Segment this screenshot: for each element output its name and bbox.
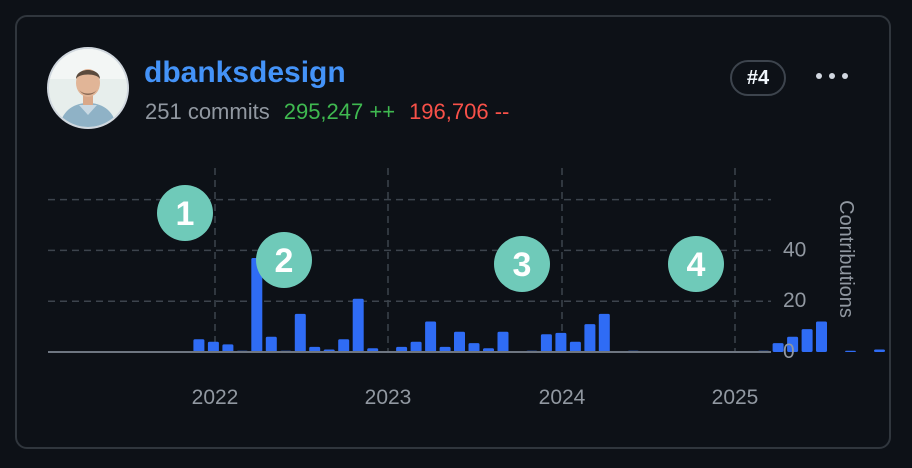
x-tick-label: 2022	[192, 386, 239, 409]
annotation-badge: 4	[668, 236, 724, 292]
annotation-badge: 1	[157, 185, 213, 241]
contribution-bar[interactable]	[845, 350, 856, 352]
contribution-bar[interactable]	[425, 321, 437, 353]
contribution-bar[interactable]	[207, 341, 219, 352]
x-tick-label: 2024	[539, 386, 586, 409]
contributions-chart: 0 20 40 2022 2023 2024 2025 Contributions 1 2 3…	[48, 168, 885, 409]
contribution-bar[interactable]	[294, 313, 306, 352]
contribution-bar[interactable]	[598, 313, 610, 352]
contribution-bar[interactable]	[874, 349, 885, 353]
chart-gridlines	[48, 168, 771, 352]
annotation-badge: 2	[256, 232, 312, 288]
contribution-bar[interactable]	[801, 329, 813, 352]
contribution-bar[interactable]	[569, 341, 581, 352]
contribution-bar[interactable]	[816, 321, 827, 353]
contribution-bar[interactable]	[772, 343, 784, 352]
contribution-bar[interactable]	[338, 339, 350, 352]
y-tick-label: 40	[783, 238, 806, 261]
contribution-bar[interactable]	[352, 298, 364, 352]
contribution-bar[interactable]	[497, 331, 509, 352]
annotation-badge-label: 3	[513, 246, 532, 284]
annotation-badges: 1 2 3 4	[157, 185, 724, 292]
contribution-bar[interactable]	[540, 334, 552, 352]
contribution-bar[interactable]	[265, 336, 277, 352]
annotation-badge-label: 1	[176, 195, 195, 233]
contribution-bar[interactable]	[454, 331, 465, 352]
y-tick-label: 0	[783, 340, 795, 363]
contribution-bar[interactable]	[555, 332, 567, 352]
contribution-bar[interactable]	[193, 339, 205, 352]
annotation-badge-label: 2	[275, 242, 294, 280]
contribution-bar[interactable]	[410, 341, 422, 352]
x-axis-ticks: 2022 2023 2024 2025	[192, 386, 759, 409]
y-axis-label: Contributions	[835, 200, 857, 318]
contribution-bar[interactable]	[468, 343, 480, 352]
annotation-badge: 3	[494, 236, 550, 292]
x-tick-label: 2023	[365, 386, 412, 409]
annotation-badge-label: 4	[687, 246, 706, 284]
contribution-bar[interactable]	[584, 324, 596, 352]
y-tick-label: 20	[783, 289, 806, 312]
contribution-bar[interactable]	[222, 344, 234, 352]
x-tick-label: 2025	[712, 386, 759, 409]
